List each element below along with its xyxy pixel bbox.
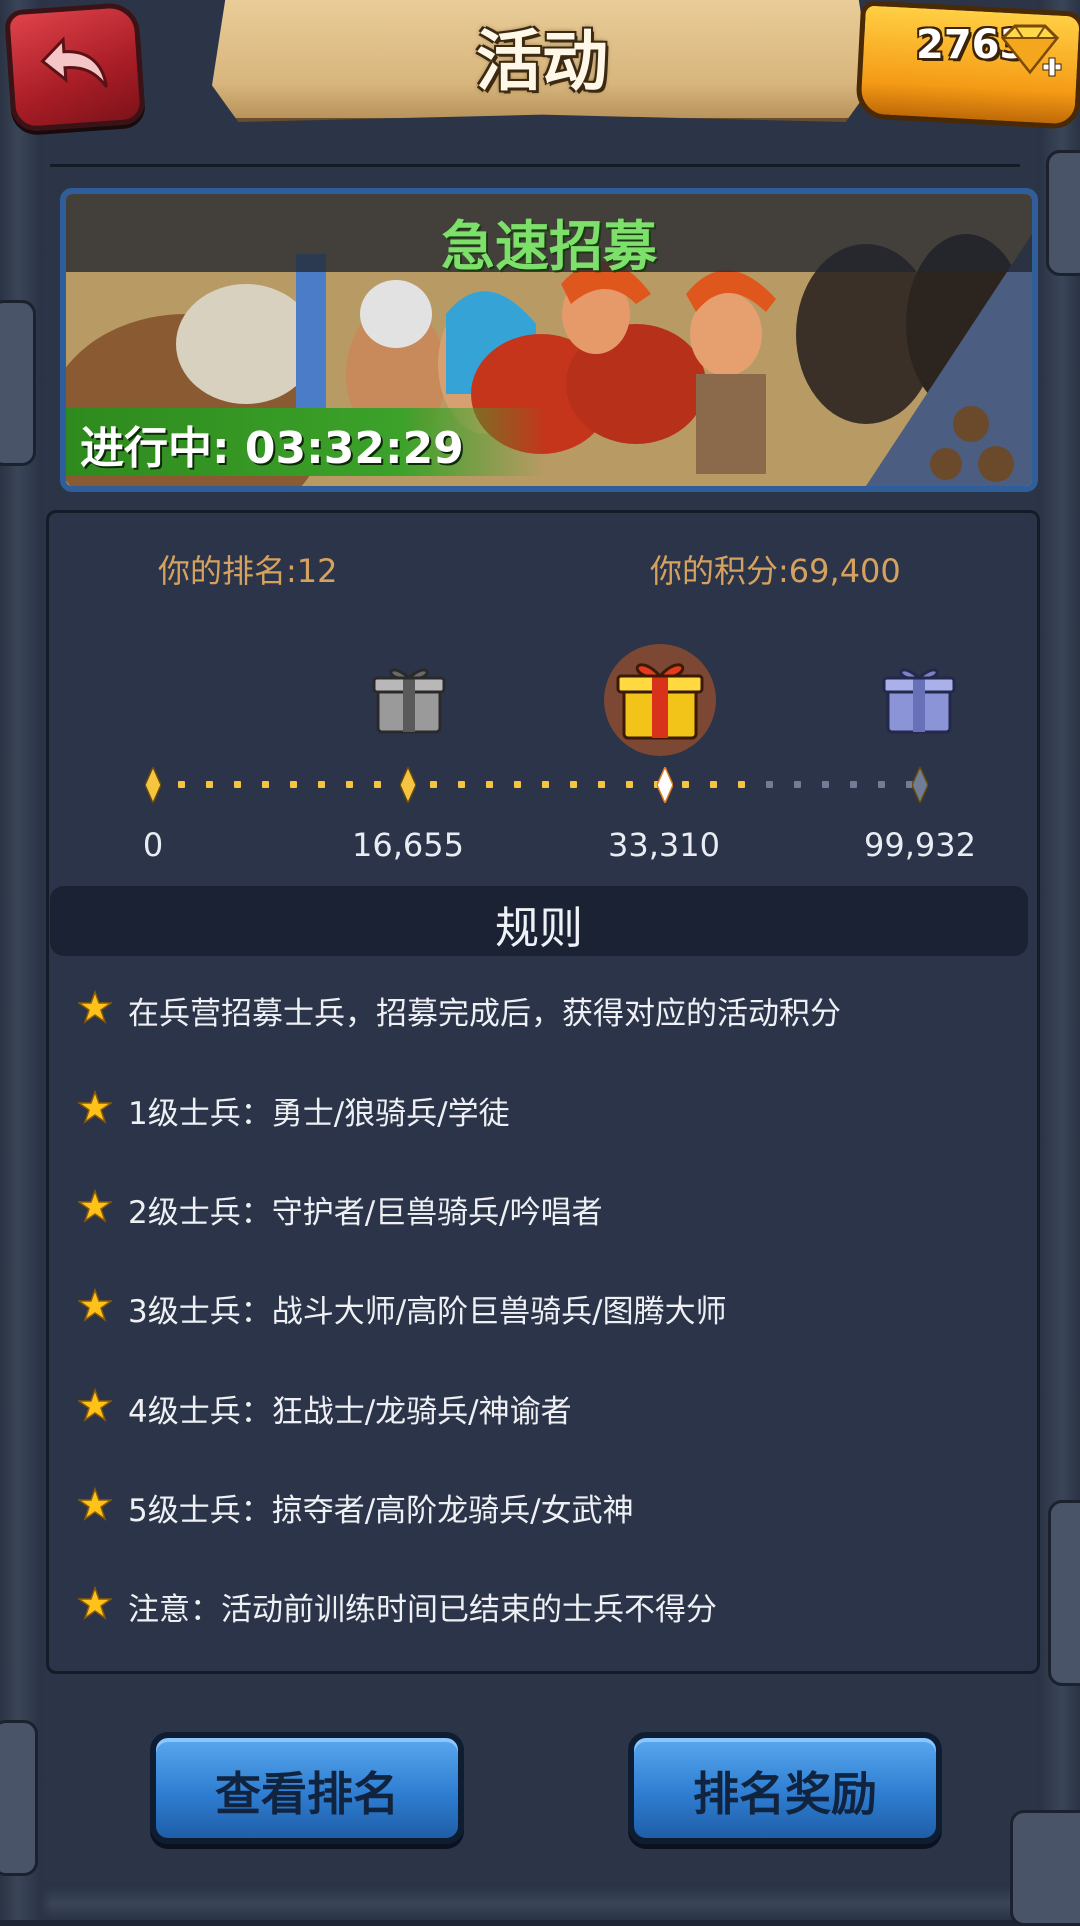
progress-dot (598, 781, 605, 788)
progress-dot (234, 781, 241, 788)
star-icon (78, 1388, 112, 1422)
rule-text: 3级士兵：战斗大师/高阶巨兽骑兵/图腾大师 (128, 1294, 727, 1330)
progress-dot (206, 781, 213, 788)
view-rank-button[interactable]: 查看排名 (150, 1732, 464, 1844)
milestone-label-3: 99,932 (864, 826, 976, 864)
gray-gift-box-icon[interactable] (370, 660, 448, 738)
back-button[interactable] (3, 1, 147, 133)
rank-reward-button[interactable]: 排名奖励 (628, 1732, 942, 1844)
progress-dot (738, 781, 745, 788)
rule-text: 1级士兵：勇士/狼骑兵/学徒 (128, 1096, 510, 1132)
progress-dot (318, 781, 325, 788)
diamond-gem-icon (1000, 24, 1062, 77)
progress-dot (766, 781, 773, 788)
event-banner[interactable]: 急速招募 进行中: 03:32:29 (60, 188, 1038, 492)
progress-dot (178, 781, 185, 788)
progress-dot (262, 781, 269, 788)
frame-rock (0, 300, 36, 466)
progress-dot (374, 781, 381, 788)
progress-dot (570, 781, 577, 788)
frame-rock (1010, 1810, 1080, 1926)
blue-gift-box-icon[interactable] (880, 660, 958, 738)
star-icon (78, 1090, 112, 1124)
star-icon (78, 1189, 112, 1223)
progress-dot (346, 781, 353, 788)
rule-text: 在兵营招募士兵，招募完成后，获得对应的活动积分 (128, 996, 841, 1032)
progress-dot (878, 781, 885, 788)
progress-dot (626, 781, 633, 788)
rule-text: 2级士兵：守护者/巨兽骑兵/吟唱者 (128, 1195, 603, 1231)
progress-dot (822, 781, 829, 788)
frame-rock (0, 1720, 38, 1876)
view-rank-button-label: 查看排名 (215, 1767, 399, 1821)
progress-dot (542, 781, 549, 788)
milestone-marker-1 (400, 767, 417, 803)
progress-dot (850, 781, 857, 788)
progress-dot (514, 781, 521, 788)
progress-dot (430, 781, 437, 788)
my-rank-label: 你的排名: (158, 552, 297, 590)
milestone-label-1: 16,655 (352, 826, 464, 864)
frame-rock (1046, 150, 1080, 276)
rule-text: 注意：活动前训练时间已结束的士兵不得分 (128, 1592, 717, 1628)
page-title: 活动 (476, 23, 608, 100)
rule-text: 4级士兵：狂战士/龙骑兵/神谕者 (128, 1394, 572, 1430)
frame-rock (1048, 1500, 1080, 1686)
my-score: 你的积分:69,400 (650, 546, 901, 592)
rules-title: 规则 (495, 903, 583, 954)
my-score-value: 69,400 (788, 552, 901, 590)
star-icon (78, 1288, 112, 1322)
progress-dot (290, 781, 297, 788)
star-icon (78, 1586, 112, 1620)
my-rank: 你的排名:12 (158, 546, 338, 592)
header-divider (50, 164, 1020, 167)
progress-dot (486, 781, 493, 788)
progress-dot (794, 781, 801, 788)
milestone-marker-0 (145, 767, 161, 803)
rank-reward-button-label: 排名奖励 (693, 1767, 877, 1821)
progress-dot (458, 781, 465, 788)
event-timer: 进行中: 03:32:29 (80, 423, 464, 474)
my-score-label: 你的积分: (650, 552, 789, 590)
event-title: 急速招募 (441, 215, 657, 278)
progress-dot (682, 781, 689, 788)
star-icon (78, 1487, 112, 1521)
milestone-marker-3 (912, 767, 928, 803)
back-arrow-icon (40, 36, 108, 88)
star-icon (78, 990, 112, 1024)
my-rank-value: 12 (296, 552, 338, 590)
progress-dot (710, 781, 717, 788)
milestone-label-2: 33,310 (608, 826, 720, 864)
milestone-label-0: 0 (142, 826, 164, 864)
gold-gift-box-icon[interactable] (600, 640, 720, 760)
milestone-marker-2 (656, 767, 673, 803)
rule-text: 5级士兵：掠夺者/高阶龙骑兵/女武神 (128, 1493, 634, 1529)
